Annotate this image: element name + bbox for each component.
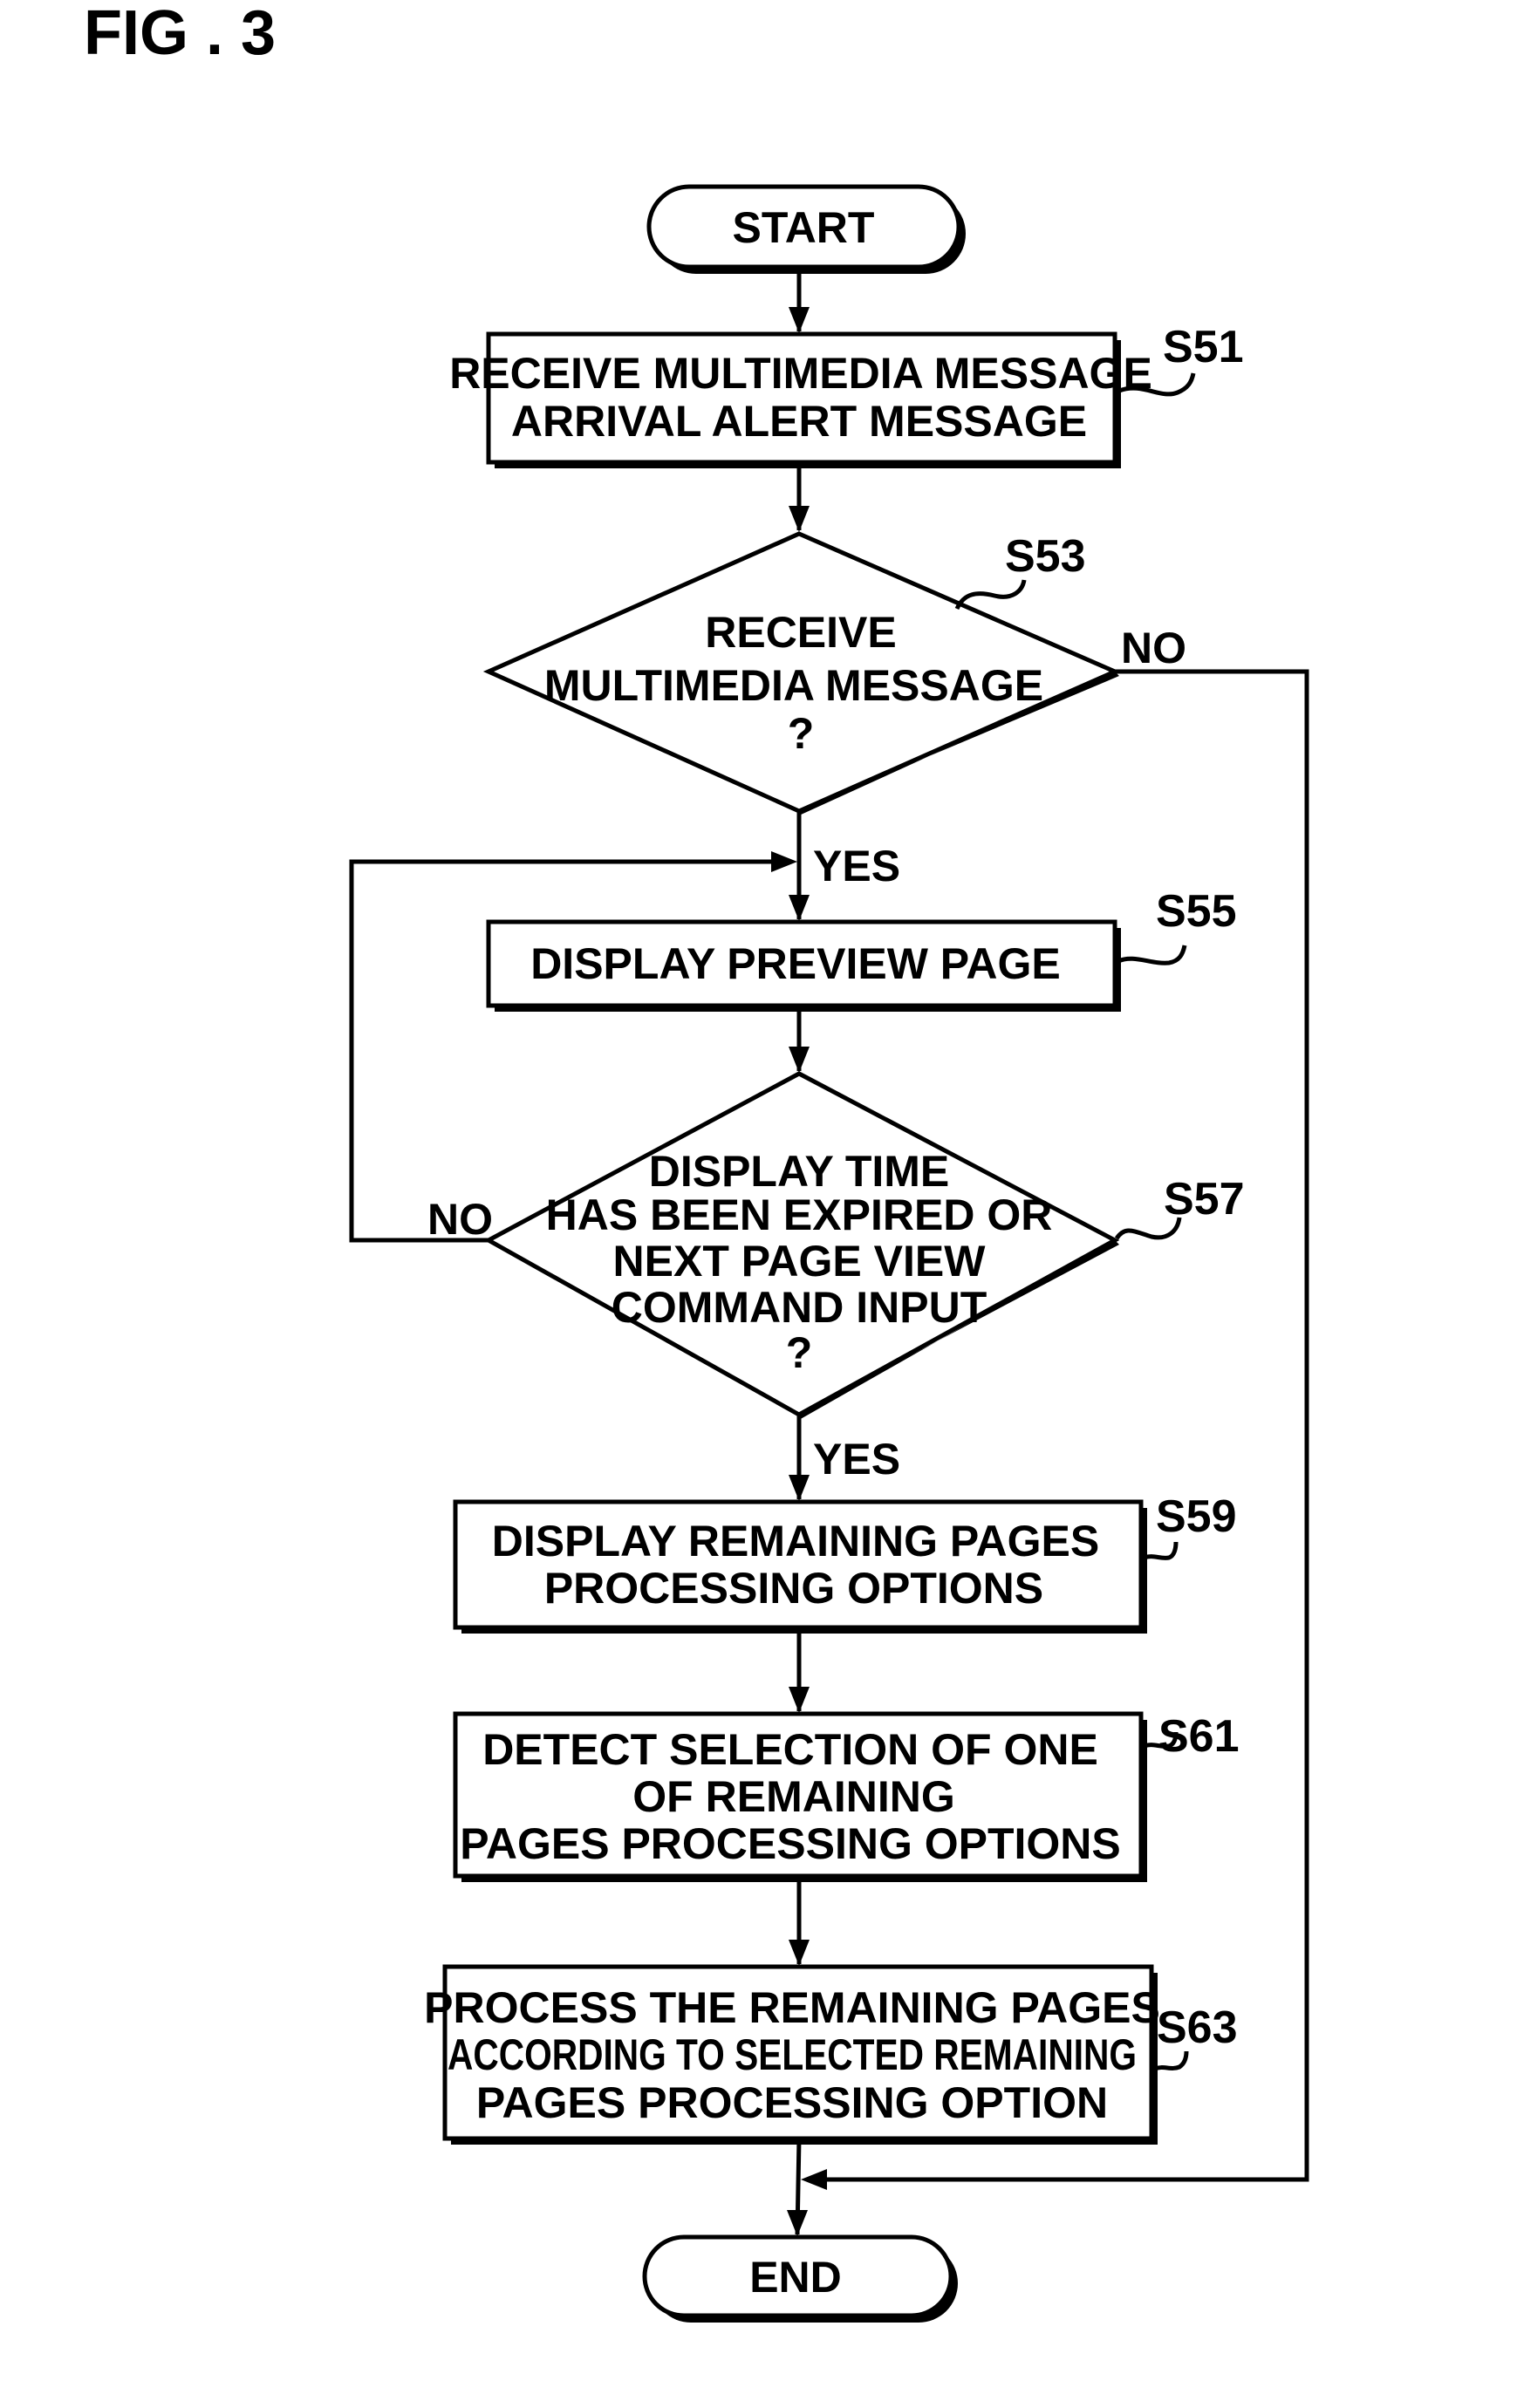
s61-line-2: OF REMAINING <box>632 1772 954 1821</box>
s57-yes-label: YES <box>813 1435 900 1484</box>
s53-line-2: MULTIMEDIA MESSAGE <box>544 661 1043 710</box>
figure-title: FIG . 3 <box>84 0 276 68</box>
s63-line-3: PAGES PROCESSING OPTION <box>476 2078 1108 2127</box>
node-s59: DISPLAY REMAINING PAGES PROCESSING OPTIO… <box>453 1491 1237 1634</box>
s61-line-1: DETECT SELECTION OF ONE <box>482 1725 1098 1774</box>
node-start: START <box>646 184 966 274</box>
s57-line-3: NEXT PAGE VIEW <box>613 1237 987 1286</box>
s59-step-id: S59 <box>1156 1491 1237 1542</box>
s51-line-2: ARRIVAL ALERT MESSAGE <box>511 397 1087 446</box>
arrowhead <box>789 506 810 532</box>
s63-leader <box>1154 2050 1189 2071</box>
s59-line-1: DISPLAY REMAINING PAGES <box>492 1517 1099 1566</box>
s57-no-label: NO <box>427 1195 493 1244</box>
arrowhead <box>789 1687 810 1713</box>
node-s63: PROCESS THE REMAINING PAGES ACCORDING TO… <box>424 1964 1238 2145</box>
s57-line-1: DISPLAY TIME <box>649 1147 950 1196</box>
node-s53: RECEIVE MULTIMEDIA MESSAGE ? S53 NO YES <box>482 531 1186 890</box>
node-s57: DISPLAY TIME HAS BEEN EXPIRED OR NEXT PA… <box>427 1071 1245 1484</box>
end-label: END <box>749 2253 842 2302</box>
s61-step-id: S61 <box>1158 1711 1240 1762</box>
s59-line-2: PROCESSING OPTIONS <box>544 1564 1043 1613</box>
flowchart-canvas: FIG . 3 START RECEIVE MULTIMEDIA MESSAGE… <box>84 0 1309 2323</box>
s53-no-label: NO <box>1121 624 1186 672</box>
arrowhead <box>787 2210 808 2236</box>
s55-line-1: DISPLAY PREVIEW PAGE <box>530 939 1061 988</box>
arrowhead <box>789 1940 810 1966</box>
s63-step-id: S63 <box>1157 2002 1238 2053</box>
s61-line-3: PAGES PROCESSING OPTIONS <box>460 1819 1121 1868</box>
arrowhead <box>789 307 810 333</box>
s55-leader <box>1117 945 1187 965</box>
s51-line-1: RECEIVE MULTIMEDIA MESSAGE <box>449 349 1152 398</box>
s63-line-2: ACCORDING TO SELECTED REMAINING <box>448 2030 1137 2079</box>
arrowhead <box>789 1047 810 1073</box>
node-s61: DETECT SELECTION OF ONE OF REMAINING PAG… <box>453 1711 1240 1882</box>
arrowhead <box>789 895 810 921</box>
start-label: START <box>733 203 875 252</box>
s51-step-id: S51 <box>1163 322 1244 372</box>
s53-leader <box>954 579 1027 611</box>
node-s55: DISPLAY PREVIEW PAGE S55 <box>486 886 1237 1012</box>
s57-step-id: S57 <box>1164 1174 1245 1224</box>
node-end: END <box>642 2234 958 2323</box>
s53-line-3: ? <box>788 709 815 758</box>
s63-line-1: PROCESS THE REMAINING PAGES <box>424 1983 1160 2032</box>
arrowhead <box>771 851 797 872</box>
s57-line-2: HAS BEEN EXPIRED OR <box>546 1190 1053 1239</box>
s53-step-id: S53 <box>1005 531 1086 582</box>
s57-line-4: COMMAND INPUT <box>612 1283 987 1332</box>
s53-yes-label: YES <box>813 842 900 890</box>
s57-line-5: ? <box>786 1328 813 1377</box>
arrowhead <box>801 2169 827 2190</box>
arrowhead <box>789 1475 810 1501</box>
s53-line-1: RECEIVE <box>705 608 897 657</box>
s59-leader <box>1144 1541 1179 1560</box>
node-s51: RECEIVE MULTIMEDIA MESSAGE ARRIVAL ALERT… <box>449 322 1244 468</box>
s55-step-id: S55 <box>1156 886 1237 937</box>
